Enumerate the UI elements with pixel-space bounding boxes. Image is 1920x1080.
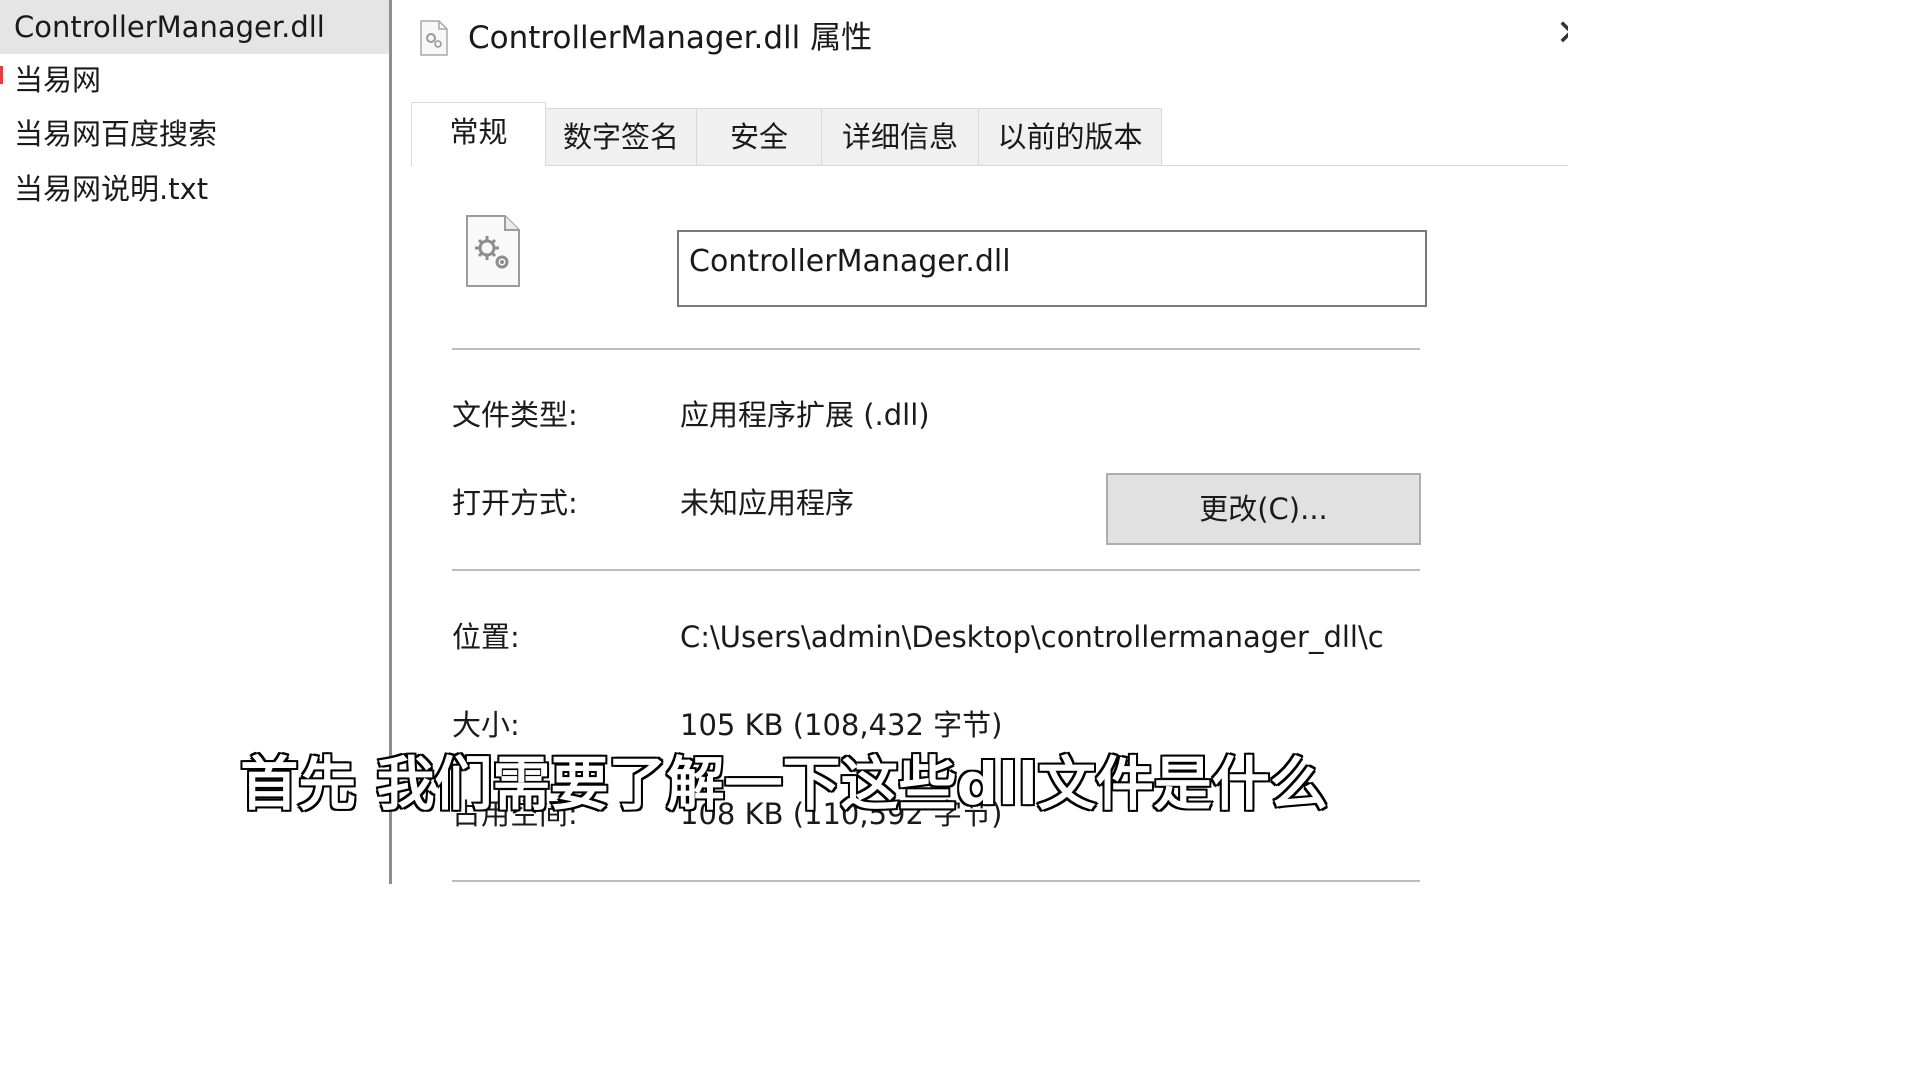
opens-with-value: 未知应用程序 [680, 486, 855, 520]
location-label: 位置: [452, 620, 520, 654]
tab-general[interactable]: 常规 [411, 102, 546, 166]
dll-settings-file-icon [466, 215, 520, 287]
file-item-baidu-search[interactable]: 当易网百度搜索 [0, 107, 390, 161]
file-type-value: 应用程序扩展 (.dll) [680, 398, 930, 432]
dialog-title: ControllerManager.dll 属性 [468, 20, 873, 56]
size-label: 大小: [452, 708, 520, 742]
opens-with-label: 打开方式: [452, 486, 578, 520]
screen: ControllerManager.dll 当易网 当易网百度搜索 当易网说明.… [0, 0, 1568, 884]
tab-label: 数字签名 [562, 120, 679, 154]
close-button[interactable]: ✕ [1556, 14, 1568, 54]
tab-digital-signatures[interactable]: 数字签名 [545, 108, 697, 165]
divider [452, 569, 1420, 571]
tab-previous-versions[interactable]: 以前的版本 [978, 108, 1162, 165]
file-type-label: 文件类型: [452, 398, 578, 432]
file-name-input[interactable]: ControllerManager.dll [677, 230, 1427, 307]
file-item-dangyiwang[interactable]: 当易网 [0, 53, 390, 107]
size-value: 105 KB (108,432 字节) [680, 708, 1003, 742]
file-item-readme-txt[interactable]: 当易网说明.txt [0, 162, 390, 216]
file-item-label: 当易网 [14, 63, 102, 97]
tab-label: 安全 [729, 120, 788, 154]
tab-bar-border [410, 165, 1568, 166]
tab-details[interactable]: 详细信息 [821, 108, 979, 165]
tab-label: 详细信息 [841, 120, 958, 154]
file-item-label: ControllerManager.dll [14, 10, 325, 44]
divider [452, 348, 1420, 350]
tab-label: 以前的版本 [997, 120, 1143, 154]
divider [452, 880, 1420, 882]
change-button[interactable]: 更改(C)... [1106, 473, 1421, 545]
location-value: C:\Users\admin\Desktop\controllermanager… [680, 620, 1384, 654]
file-item-controllermanager-dll[interactable]: ControllerManager.dll [0, 0, 390, 54]
tab-label: 常规 [449, 115, 508, 149]
tab-security[interactable]: 安全 [696, 108, 822, 165]
file-item-label: 当易网百度搜索 [14, 117, 218, 151]
video-subtitle: 首先 我们需要了解一下这些dll文件是什么 [239, 749, 1329, 820]
file-item-label: 当易网说明.txt [14, 172, 209, 206]
dll-file-icon [420, 20, 448, 56]
